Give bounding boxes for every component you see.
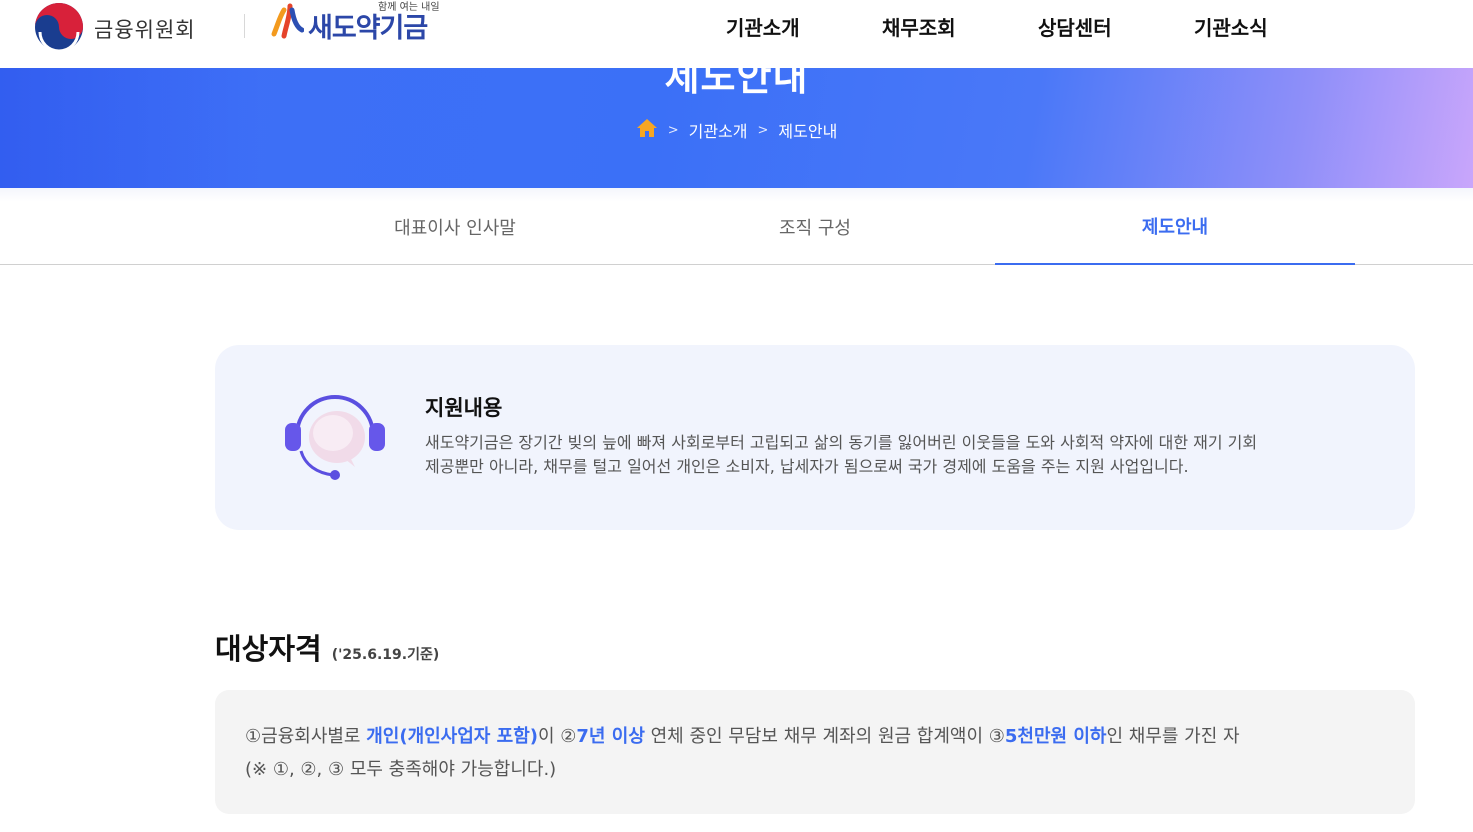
nav-item-counseling[interactable]: 상담센터: [1038, 12, 1194, 41]
criteria-highlight-individual: 개인(개인사업자 포함): [366, 726, 538, 747]
support-title: 지원내용: [425, 396, 503, 420]
taegeuk-emblem-icon: [34, 2, 84, 56]
eligibility-note: (※ ①, ②, ③ 모두 충족해야 가능합니다.): [245, 759, 557, 780]
home-icon[interactable]: [636, 118, 658, 142]
support-description-line: 제공뿐만 아니라, 채무를 털고 일어선 개인은 소비자, 납세자가 됨으로써 …: [425, 457, 1189, 476]
eligibility-heading: 대상자격 ('25.6.19.기준): [215, 626, 439, 668]
logo-divider: [244, 14, 245, 38]
nav-item-debt-inquiry[interactable]: 채무조회: [882, 12, 1038, 41]
criteria-highlight-amount: 5천만원 이하: [1004, 726, 1107, 747]
site-header: 금융위원회 함께 여는 내일 새도약기금 기관소개 채무조회 상담센터 기관소식: [0, 0, 1473, 68]
eligibility-title: 대상자격: [215, 632, 322, 666]
support-card: 지원내용 새도약기금은 장기간 빚의 늪에 빠져 사회로부터 고립되고 삶의 동…: [215, 345, 1415, 530]
tab-organization[interactable]: 조직 구성: [635, 188, 995, 265]
sub-tabs: 대표이사 인사말 조직 구성 제도안내: [0, 188, 1473, 265]
eligibility-box: ①금융회사별로 개인(개인사업자 포함)이 ②7년 이상 연체 중인 무담보 채…: [215, 690, 1415, 814]
fund-logo-mark-icon: [270, 0, 305, 44]
breadcrumb-separator: >: [757, 122, 769, 138]
support-description: 새도약기금은 장기간 빚의 늪에 빠져 사회로부터 고립되고 삶의 동기를 잃어…: [425, 431, 1325, 479]
tab-system-guide[interactable]: 제도안내: [995, 188, 1355, 265]
fund-logo[interactable]: 함께 여는 내일 새도약기금: [270, 0, 440, 44]
nav-item-news[interactable]: 기관소식: [1194, 12, 1350, 41]
tab-ceo-greeting[interactable]: 대표이사 인사말: [275, 188, 635, 265]
criteria-text: 이 ②: [537, 726, 577, 747]
fund-logo-slogan: 함께 여는 내일: [378, 1, 440, 13]
criteria-text: 연체 중인 무담보 채무 계좌의 원금 합계액이 ③: [644, 726, 1005, 747]
nav-item-about[interactable]: 기관소개: [726, 12, 882, 41]
eligibility-criteria: ①금융회사별로 개인(개인사업자 포함)이 ②7년 이상 연체 중인 무담보 채…: [245, 720, 1415, 753]
fund-logo-name: 새도약기금: [308, 12, 428, 44]
support-description-line: 새도약기금은 장기간 빚의 늪에 빠져 사회로부터 고립되고 삶의 동기를 잃어…: [425, 433, 1258, 452]
criteria-highlight-years: 7년 이상: [576, 726, 645, 747]
criteria-text: 인 채무를 가진 자: [1106, 726, 1240, 747]
criteria-text: ①금융회사별로: [245, 726, 367, 747]
fsc-logo[interactable]: 금융위원회: [34, 2, 196, 56]
breadcrumb-item-current: 제도안내: [778, 122, 838, 141]
breadcrumb: > 기관소개 > 제도안내: [0, 118, 1473, 142]
breadcrumb-separator: >: [667, 122, 679, 138]
main-nav: 기관소개 채무조회 상담센터 기관소식: [726, 12, 1350, 41]
fsc-logo-label: 금융위원회: [94, 18, 196, 42]
eligibility-date: ('25.6.19.기준): [331, 647, 440, 663]
breadcrumb-item-about[interactable]: 기관소개: [689, 118, 748, 142]
headset-chat-icon: [283, 393, 387, 489]
